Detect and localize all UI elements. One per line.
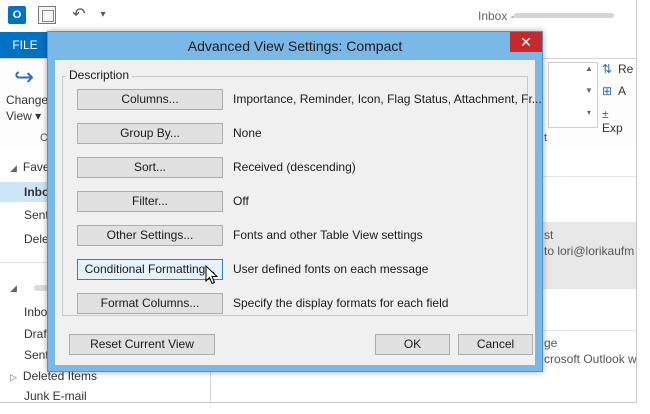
description-group-label: Description	[66, 68, 133, 82]
cancel-button[interactable]: Cancel	[458, 334, 533, 355]
collapse-triangle-icon: ◢	[10, 283, 17, 293]
columns-description: Importance, Reminder, Icon, Flag Status,…	[233, 92, 542, 106]
nav-item-inbox-2[interactable]: Inbo	[24, 305, 47, 319]
nav-item-junk[interactable]: Junk E-mail	[24, 389, 87, 402]
reset-current-view-button[interactable]: Reset Current View	[69, 334, 215, 355]
nav-item-sent[interactable]: Sent	[24, 208, 49, 222]
nav-favorites[interactable]: ◢ Fave	[10, 160, 50, 174]
message-subject: ge	[544, 336, 558, 350]
group-by-button[interactable]: Group By...	[77, 123, 223, 144]
conditional-formatting-button[interactable]: Conditional Formatting...	[77, 259, 223, 280]
sort-description: Received (descending)	[233, 160, 356, 174]
outlook-logo-icon: O	[8, 6, 26, 24]
mouse-pointer-icon	[205, 265, 219, 285]
format-columns-description: Specify the display formats for each fie…	[233, 296, 449, 310]
columns-button[interactable]: Columns...	[77, 89, 223, 110]
gallery-scroll-up-icon[interactable]: ▲	[582, 64, 596, 73]
undo-icon[interactable]: ↶	[70, 6, 88, 24]
change-view-label-1: Change	[6, 93, 49, 107]
gallery-more-icon[interactable]: ▾	[582, 108, 596, 117]
customize-qat-icon[interactable]: ▾	[94, 6, 112, 24]
window-title: Inbox -	[478, 9, 515, 23]
sort-icon: ⇅	[602, 62, 613, 76]
message-subject: st	[544, 228, 554, 242]
nav-item-deleted[interactable]: Dele	[24, 232, 49, 246]
change-view-label-2: View ▾	[6, 109, 42, 123]
filter-description: Off	[233, 194, 249, 208]
dialog-title: Advanced View Settings: Compact	[187, 38, 403, 54]
description-groupbox: Columns... Importance, Reminder, Icon, F…	[62, 76, 542, 316]
dialog-body: Columns... Importance, Reminder, Icon, F…	[55, 60, 542, 365]
message-from: to lori@lorikaufm	[544, 244, 635, 258]
change-view-button[interactable]: ↪ Change View ▾	[6, 64, 52, 124]
collapse-triangle-icon: ◢	[10, 163, 17, 173]
blurred-account-name	[514, 13, 614, 18]
add-columns-button[interactable]: ⊞ A	[602, 84, 626, 98]
close-icon[interactable]: ✕	[510, 32, 542, 52]
gallery-scroll-down-icon[interactable]: ▼	[582, 86, 596, 95]
format-columns-button[interactable]: Format Columns...	[77, 293, 223, 314]
nav-account[interactable]: ◢	[10, 280, 23, 294]
conditional-formatting-description: User defined fonts on each message	[233, 262, 429, 276]
other-settings-button[interactable]: Other Settings...	[77, 225, 223, 246]
reverse-sort-button[interactable]: ⇅ Re	[602, 62, 633, 76]
expand-triangle-icon: ▷	[10, 372, 17, 382]
message-from: crosoft Outlook w	[544, 352, 637, 366]
ok-button[interactable]: OK	[375, 334, 450, 355]
filter-button[interactable]: Filter...	[77, 191, 223, 212]
title-bar: O ↶ ▾ Inbox -	[0, 0, 636, 32]
nav-item-drafts[interactable]: Draf	[24, 327, 47, 341]
ribbon-group-label-arrangement: t	[544, 132, 548, 144]
send-receive-icon[interactable]	[38, 6, 56, 24]
group-by-description: None	[233, 126, 262, 140]
add-columns-icon: ⊞	[602, 84, 613, 98]
sort-button[interactable]: Sort...	[77, 157, 223, 178]
nav-item-inbox[interactable]: Inbo	[24, 185, 49, 199]
nav-item-sent-2[interactable]: Sent	[24, 348, 49, 362]
expand-collapse-icon: ±	[602, 107, 609, 121]
expand-collapse-button[interactable]: ±Exp	[602, 107, 636, 135]
advanced-view-settings-dialog: Advanced View Settings: Compact ✕ Column…	[47, 31, 543, 372]
tab-file[interactable]: FILE	[0, 32, 50, 58]
other-settings-description: Fonts and other Table View settings	[233, 228, 423, 242]
